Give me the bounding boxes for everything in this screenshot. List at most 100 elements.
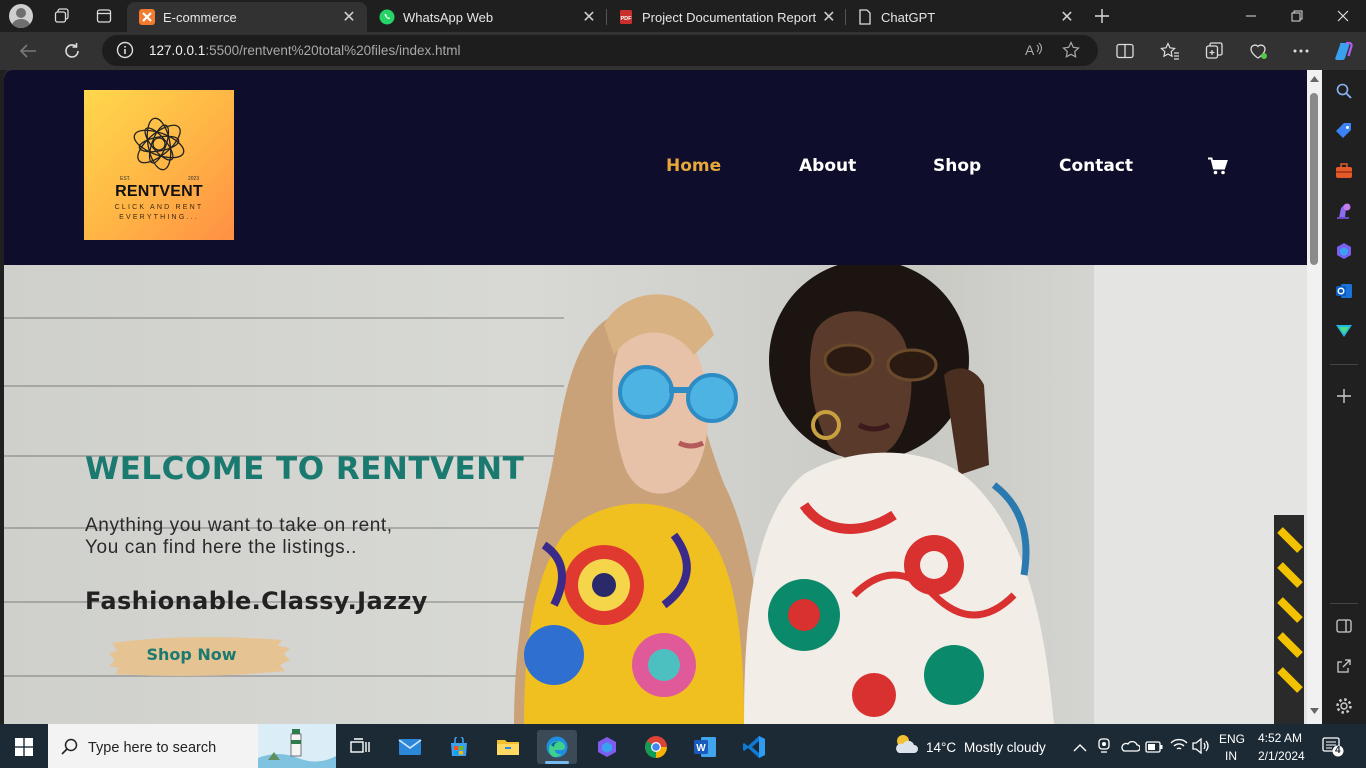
favorites-icon[interactable] xyxy=(1156,37,1184,65)
nav-contact[interactable]: Contact xyxy=(1059,156,1133,176)
microsoft-store-icon[interactable] xyxy=(439,730,479,764)
workspaces-icon[interactable] xyxy=(48,4,76,28)
nav-about[interactable]: About xyxy=(799,156,856,176)
shop-now-button[interactable]: Shop Now xyxy=(104,635,294,677)
logo-emblem-icon xyxy=(133,117,185,171)
weather-temperature[interactable]: 14°C xyxy=(926,740,956,755)
clock-time[interactable]: 4:52 AM xyxy=(1258,731,1302,745)
new-tab-plus-icon[interactable] xyxy=(1088,4,1116,28)
copilot-taskbar-icon[interactable] xyxy=(587,730,627,764)
hero-title: WELCOME TO RENTVENT xyxy=(85,451,525,487)
tab-project-report[interactable]: PDF Project Documentation Report Re ✕ xyxy=(606,2,846,32)
shopping-cart-icon[interactable] xyxy=(1208,157,1228,180)
task-view-icon[interactable] xyxy=(340,730,380,764)
windows-start-icon[interactable] xyxy=(4,730,44,764)
nav-home[interactable]: Home xyxy=(666,156,721,176)
outlook-icon[interactable] xyxy=(1334,281,1354,301)
close-tab-icon[interactable]: ✕ xyxy=(339,7,359,27)
svg-text:W: W xyxy=(696,743,706,754)
pdf-icon: PDF xyxy=(618,9,634,25)
close-tab-icon[interactable]: ✕ xyxy=(1057,7,1077,27)
word-icon[interactable]: W xyxy=(685,730,725,764)
search-placeholder: Type here to search xyxy=(88,740,217,756)
logo-tagline: CLICK AND RENT EVERYTHING... xyxy=(114,204,204,221)
site-header: EST. 2023 RENTVENT CLICK AND RENT EVERYT… xyxy=(4,70,1307,265)
read-aloud-icon[interactable]: A xyxy=(1024,41,1044,64)
clock-date[interactable]: 2/1/2024 xyxy=(1258,749,1305,763)
search-icon[interactable] xyxy=(1334,81,1354,101)
battery-icon[interactable] xyxy=(1145,740,1163,758)
drop-send-icon[interactable] xyxy=(1334,321,1354,341)
hide-sidebar-icon[interactable] xyxy=(1334,616,1354,636)
settings-more-icon[interactable] xyxy=(1287,37,1315,65)
volume-icon[interactable] xyxy=(1192,737,1210,759)
scrollbar-thumb[interactable] xyxy=(1310,93,1318,265)
page-scrollbar[interactable] xyxy=(1307,70,1322,724)
browser-tab-strip: E-commerce ✕ WhatsApp Web ✕ PDF Project … xyxy=(0,0,1366,32)
shopping-tag-icon[interactable] xyxy=(1334,121,1354,141)
tab-ecommerce[interactable]: E-commerce ✕ xyxy=(127,2,367,32)
notifications-icon[interactable]: 4 xyxy=(1322,735,1344,762)
browser-toolbar: 127.0.0.1:5500/rentvent%20total%20files/… xyxy=(0,32,1366,70)
tab-chatgpt[interactable]: ChatGPT ✕ xyxy=(845,2,1085,32)
games-icon[interactable] xyxy=(1334,201,1354,221)
split-screen-icon[interactable] xyxy=(1111,37,1139,65)
site-info-icon[interactable] xyxy=(116,41,134,64)
shop-now-label: Shop Now xyxy=(146,645,237,664)
tab-title: ChatGPT xyxy=(881,9,936,25)
webcam-icon[interactable] xyxy=(1097,738,1111,759)
refresh-icon[interactable] xyxy=(58,37,86,65)
edge-browser-icon[interactable] xyxy=(537,730,577,764)
mail-icon[interactable] xyxy=(390,730,430,764)
whatsapp-icon xyxy=(379,9,395,25)
edge-sidebar xyxy=(1322,70,1366,724)
minimize-icon[interactable] xyxy=(1228,0,1274,32)
profile-avatar-icon[interactable] xyxy=(9,4,33,28)
windows-taskbar: Type here to search W 14°C Mostly cloudy… xyxy=(0,724,1366,768)
weather-description[interactable]: Mostly cloudy xyxy=(964,740,1046,755)
weather-cloud-icon[interactable] xyxy=(893,732,919,761)
scroll-down-icon[interactable] xyxy=(1310,708,1319,714)
tab-whatsapp[interactable]: WhatsApp Web ✕ xyxy=(367,2,607,32)
taskbar-search-box[interactable]: Type here to search xyxy=(48,724,336,768)
hero-slogan: Fashionable.Classy.Jazzy xyxy=(85,587,428,615)
back-arrow-icon[interactable] xyxy=(14,37,42,65)
add-plus-icon[interactable] xyxy=(1334,386,1354,406)
tools-briefcase-icon[interactable] xyxy=(1334,161,1354,181)
restore-icon[interactable] xyxy=(1274,0,1320,32)
sidebar-settings-gear-icon[interactable] xyxy=(1334,696,1354,716)
show-hidden-icons-chevron-icon[interactable] xyxy=(1073,740,1087,758)
file-explorer-icon[interactable] xyxy=(488,730,528,764)
copilot-sidebar-icon[interactable] xyxy=(1334,241,1354,261)
scroll-up-icon[interactable] xyxy=(1310,76,1319,82)
sidebar-divider xyxy=(1330,364,1358,365)
chrome-icon[interactable] xyxy=(636,730,676,764)
svg-text:PDF: PDF xyxy=(621,16,633,22)
close-window-icon[interactable] xyxy=(1320,0,1366,32)
rentvent-logo[interactable]: EST. 2023 RENTVENT CLICK AND RENT EVERYT… xyxy=(84,90,234,240)
svg-text:A: A xyxy=(1025,42,1035,58)
logo-year-text: 2023 xyxy=(188,176,200,182)
language-indicator[interactable]: ENG xyxy=(1219,732,1245,746)
input-region-indicator[interactable]: IN xyxy=(1225,749,1237,763)
sidebar-divider xyxy=(1330,603,1358,604)
close-tab-icon[interactable]: ✕ xyxy=(820,7,838,27)
copilot-icon[interactable] xyxy=(1330,37,1358,65)
vscode-icon[interactable] xyxy=(734,730,774,764)
hero-models-image xyxy=(514,265,1307,724)
search-icon xyxy=(61,738,78,755)
close-tab-icon[interactable]: ✕ xyxy=(579,7,599,27)
wifi-icon[interactable] xyxy=(1170,738,1188,757)
tab-actions-icon[interactable] xyxy=(90,4,118,28)
address-bar[interactable]: 127.0.0.1:5500/rentvent%20total%20files/… xyxy=(102,35,1098,66)
nav-shop[interactable]: Shop xyxy=(933,156,981,176)
browser-essentials-icon[interactable] xyxy=(1244,37,1272,65)
search-highlight-lighthouse-image xyxy=(258,724,336,768)
favorite-star-icon[interactable] xyxy=(1062,41,1080,64)
external-link-icon[interactable] xyxy=(1334,656,1354,676)
tab-title: E-commerce xyxy=(163,9,237,25)
onedrive-icon[interactable] xyxy=(1120,739,1141,758)
collections-icon[interactable] xyxy=(1200,37,1228,65)
web-page-viewport: EST. 2023 RENTVENT CLICK AND RENT EVERYT… xyxy=(4,70,1322,724)
xampp-icon xyxy=(139,9,155,25)
